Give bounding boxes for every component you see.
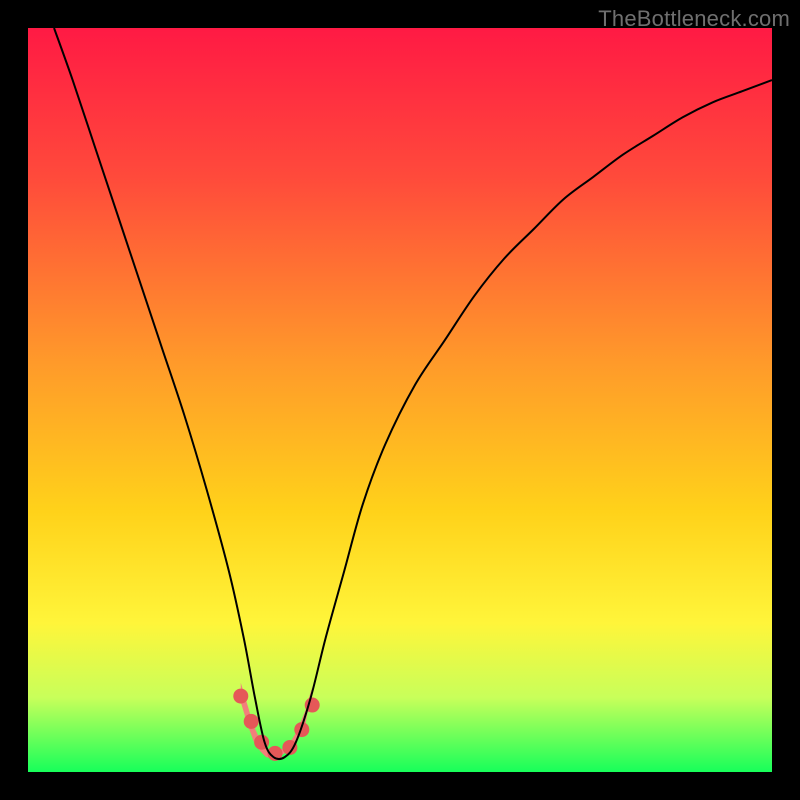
dot — [233, 689, 248, 704]
dot — [244, 714, 259, 729]
chart-svg — [28, 28, 772, 772]
gradient-bg — [28, 28, 772, 772]
chart-frame: TheBottleneck.com — [0, 0, 800, 800]
plot-area — [28, 28, 772, 772]
watermark-text: TheBottleneck.com — [598, 6, 790, 32]
